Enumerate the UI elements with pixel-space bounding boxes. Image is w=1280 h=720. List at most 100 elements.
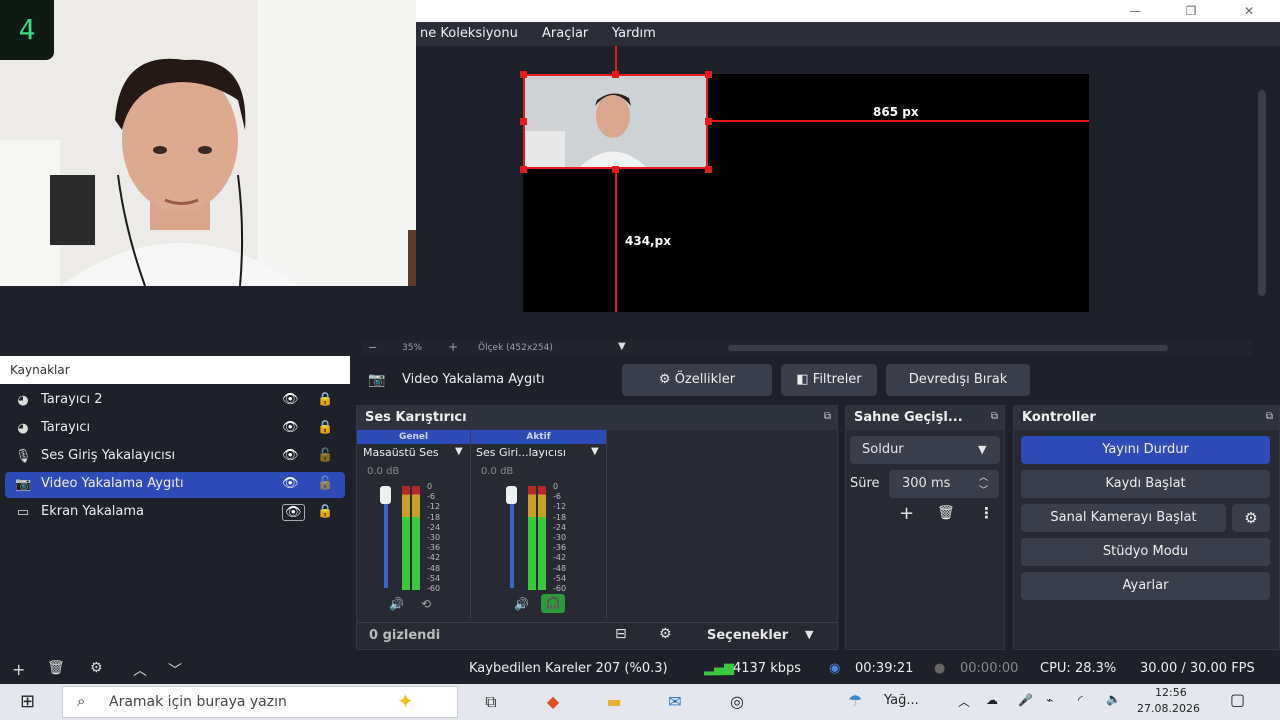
close-button[interactable]: ✕ xyxy=(1234,2,1264,20)
filters-label: Filtreler xyxy=(812,372,862,387)
clock-time[interactable]: 12:56 xyxy=(1155,686,1187,699)
trash-icon[interactable]: 🗑 xyxy=(47,660,65,676)
tray-mic-icon[interactable]: 🎤 xyxy=(1018,693,1033,707)
task-view-icon[interactable]: ⧉ xyxy=(478,690,504,714)
transition-select[interactable]: Soldur ▼ xyxy=(850,436,1000,464)
source-item-browser-2[interactable]: ◕ Tarayıcı 2 👁 🔒 xyxy=(5,388,345,414)
outlook-icon[interactable]: ✉ xyxy=(662,690,688,714)
clock-date[interactable]: 27.08.2026 xyxy=(1137,702,1200,715)
zoom-out-button[interactable]: − xyxy=(368,341,377,354)
menu-scene-collection[interactable]: ne Koleksiyonu xyxy=(420,26,518,41)
visibility-eye-icon[interactable]: 👁 xyxy=(282,392,299,407)
file-explorer-icon[interactable]: ▬ xyxy=(601,690,627,714)
spin-down-icon[interactable]: ﹀ xyxy=(979,483,988,496)
channel-name[interactable]: Ses Giri...layıcısı xyxy=(476,446,566,459)
volume-fader-knob[interactable] xyxy=(506,486,517,504)
taskbar-search-box[interactable]: ⌕ Aramak için buraya yazın ✦ xyxy=(62,686,458,718)
start-virtual-camera-button[interactable]: Sanal Kamerayı Başlat xyxy=(1021,504,1226,532)
notifications-icon[interactable]: ▢ xyxy=(1230,690,1245,709)
trash-icon[interactable]: 🗑 xyxy=(937,505,955,521)
lock-icon[interactable]: 🔒 xyxy=(317,420,333,435)
options-button[interactable]: Seçenekler xyxy=(707,628,788,643)
visibility-eye-icon[interactable]: 👁 xyxy=(282,476,299,491)
undock-icon[interactable]: ⧉ xyxy=(991,411,998,422)
undock-icon[interactable]: ⧉ xyxy=(824,411,831,422)
selected-source-name: Video Yakalama Aygıtı xyxy=(402,372,545,387)
layout-icon[interactable]: ⊟ xyxy=(615,626,627,642)
tray-network-icon[interactable]: ⌁ xyxy=(1046,693,1053,707)
more-options-icon[interactable]: ⋮ xyxy=(979,504,994,522)
tray-chevron-up-icon[interactable]: ︿ xyxy=(958,693,970,710)
resize-handle-tr[interactable] xyxy=(705,71,712,78)
channel-name[interactable]: Masaüstü Ses xyxy=(363,446,439,459)
speaker-icon[interactable]: 🔊 xyxy=(514,597,529,611)
resize-handle-br[interactable] xyxy=(705,166,712,173)
resize-handle-tl[interactable] xyxy=(520,71,527,78)
filters-button[interactable]: ◧ Filtreler xyxy=(781,364,877,396)
minimize-button[interactable]: — xyxy=(1120,2,1150,20)
preview-vertical-scrollbar[interactable] xyxy=(1258,90,1266,296)
settings-button[interactable]: Ayarlar xyxy=(1021,572,1270,600)
brave-browser-icon[interactable]: ◆ xyxy=(540,690,566,714)
source-item-video-capture[interactable]: 📷 Video Yakalama Aygıtı 👁 🔓 xyxy=(5,472,345,498)
stop-streaming-button[interactable]: Yayını Durdur xyxy=(1021,436,1270,464)
resize-handle-t[interactable] xyxy=(612,71,619,78)
weather-icon[interactable]: ☂ xyxy=(848,691,862,710)
obs-icon[interactable]: ◎ xyxy=(724,690,750,714)
zoom-in-button[interactable]: + xyxy=(448,340,458,354)
tray-volume-icon[interactable]: 🔈 xyxy=(1106,692,1121,706)
visibility-eye-icon[interactable]: 👁 xyxy=(282,420,299,435)
zoom-dropdown-icon[interactable]: ▼ xyxy=(618,341,626,352)
windows-start-icon[interactable]: ⊞ xyxy=(20,691,35,712)
studio-mode-button[interactable]: Stüdyo Modu xyxy=(1021,538,1270,566)
hidden-count: 0 gizlendi xyxy=(369,628,441,643)
properties-button[interactable]: ⚙ Özellikler xyxy=(622,364,772,396)
source-item-browser[interactable]: ◕ Tarayıcı 👁 🔒 xyxy=(5,416,345,442)
undock-icon[interactable]: ⧉ xyxy=(1266,411,1273,422)
channel-dropdown-icon[interactable]: ▼ xyxy=(591,446,599,457)
db-tick: 0 xyxy=(427,482,433,491)
resize-handle-b[interactable] xyxy=(612,166,619,173)
tray-wifi-icon[interactable]: ◜ xyxy=(1078,693,1083,707)
source-item-screen-capture[interactable]: ▭ Ekran Yakalama 👁 🔒 xyxy=(5,500,345,526)
add-transition-icon[interactable]: + xyxy=(899,503,914,524)
channel-dropdown-icon[interactable]: ▼ xyxy=(455,446,463,457)
headphones-icon[interactable]: 🎧 xyxy=(541,594,565,613)
deactivate-button[interactable]: Devredışı Bırak xyxy=(886,364,1030,396)
options-dropdown-icon[interactable]: ▼ xyxy=(805,628,813,641)
spin-up-icon[interactable]: ︿ xyxy=(979,470,988,483)
video-capture-source-thumbnail[interactable]: 4 xyxy=(523,74,708,169)
menu-tools[interactable]: Araçlar xyxy=(542,26,588,41)
advanced-audio-gear-icon[interactable]: ⚙ xyxy=(659,626,672,642)
resize-handle-r[interactable] xyxy=(705,118,712,125)
weather-text[interactable]: Yağ... xyxy=(884,693,919,708)
speaker-icon[interactable]: 🔊 xyxy=(389,597,404,611)
add-source-icon[interactable]: + xyxy=(12,660,25,679)
db-scale: 0 -6 -12 -18 -24 -30 -36 -42 -48 -54 -60 xyxy=(553,482,566,594)
duration-input[interactable]: 300 ms ︿ ﹀ xyxy=(889,470,999,498)
monitor-off-icon[interactable]: ⟲ xyxy=(421,597,431,611)
chevron-up-icon[interactable]: ︿ xyxy=(133,660,147,680)
maximize-button[interactable]: ❐ xyxy=(1176,2,1206,20)
tray-cloud-icon[interactable]: ☁ xyxy=(986,693,998,707)
channel-tab: Genel xyxy=(357,430,470,444)
visibility-eye-icon[interactable]: 👁 xyxy=(282,448,299,463)
resize-handle-bl[interactable] xyxy=(520,166,527,173)
chevron-down-icon[interactable]: ﹀ xyxy=(168,660,182,680)
menu-help[interactable]: Yardım xyxy=(612,26,656,41)
start-recording-button[interactable]: Kaydı Başlat xyxy=(1021,470,1270,498)
source-item-audio-input[interactable]: 🎙 Ses Giriş Yakalayıcısı 👁 🔓 xyxy=(5,444,345,470)
resize-handle-l[interactable] xyxy=(520,118,527,125)
preview-horizontal-scrollbar[interactable] xyxy=(728,345,1168,351)
unlock-icon[interactable]: 🔓 xyxy=(317,448,333,463)
lock-icon[interactable]: 🔒 xyxy=(317,504,333,519)
volume-fader-knob[interactable] xyxy=(380,486,391,504)
virtual-camera-gear-icon[interactable]: ⚙ xyxy=(1232,504,1270,532)
visibility-eye-icon[interactable]: 👁 xyxy=(282,504,305,521)
webcam-overlay: 4 xyxy=(0,0,416,286)
gear-icon[interactable]: ⚙ xyxy=(90,660,103,676)
unlock-icon[interactable]: 🔓 xyxy=(317,476,333,491)
lock-icon[interactable]: 🔒 xyxy=(317,392,333,407)
mixer-footer: 0 gizlendi ⊟ ⚙ Seçenekler ▼ xyxy=(357,622,837,649)
width-guide-line xyxy=(708,120,1089,122)
